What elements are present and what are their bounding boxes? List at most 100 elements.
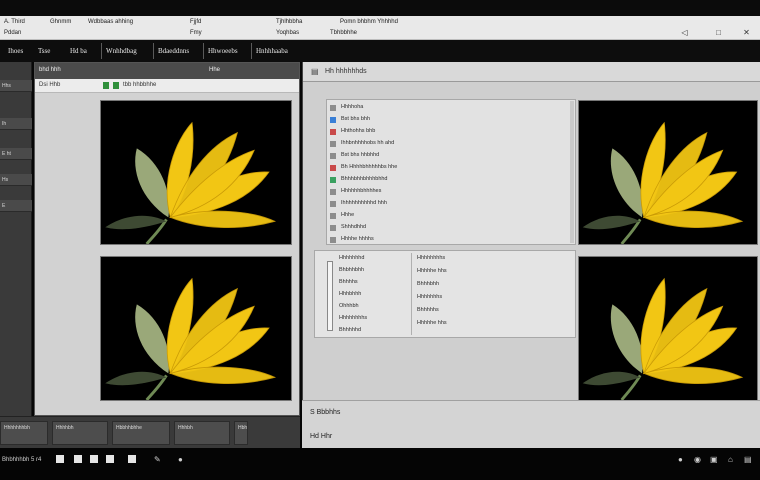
flower-leaf (135, 148, 170, 218)
list-item[interactable]: Shhhdhhd (327, 222, 575, 234)
menu-item[interactable]: Tjhlhbbha (276, 17, 302, 27)
option-label[interactable]: Hhhhhhhs (417, 294, 442, 300)
right-panel-header: ▤ Hh hhhhhhds (303, 62, 760, 82)
bottom-cell[interactable]: Hhhbh (174, 421, 230, 445)
tray-icon[interactable]: ◉ (694, 455, 701, 464)
bottom-cell[interactable]: Hbbhhbhhe (112, 421, 170, 445)
layer-icon (330, 189, 336, 195)
status-text: Bhbhhhbh 5 r4 (2, 457, 42, 463)
option-label[interactable]: Hhhhhe hhs (417, 268, 447, 274)
list-item[interactable]: Ihhhhhhhhhhd hhh (327, 198, 575, 210)
list-item[interactable]: Hhthohhs bhb (327, 126, 575, 138)
scrollbar[interactable] (570, 101, 574, 243)
menu-item[interactable]: Pomn bhbhm Yhhhhd (340, 17, 398, 27)
strip-item[interactable]: Hs (0, 174, 32, 186)
strip-item[interactable]: Ih (0, 118, 32, 130)
layer-icon (330, 141, 336, 147)
menu-item[interactable]: Tbhbbhhe (330, 28, 357, 38)
toolbar-divider (203, 43, 204, 59)
list-item-label: Hhhhe hhhhs (341, 236, 374, 242)
option-label[interactable]: Hhhhhhhhs (339, 315, 367, 321)
layer-icon (330, 105, 336, 111)
list-item[interactable]: Bhhhbhhbhhhbhhd (327, 174, 575, 186)
option-label[interactable]: Hhhbhhh (339, 291, 361, 297)
option-label[interactable]: Bhhhhs (339, 279, 358, 285)
status-square-icon[interactable] (74, 455, 82, 463)
layer-icon (330, 225, 336, 231)
tab-2[interactable]: Tsse (38, 44, 50, 58)
tray-icon[interactable]: ● (678, 455, 683, 464)
back-icon[interactable]: ◁ (680, 28, 689, 37)
flower-leaf (105, 215, 167, 230)
folder-icon: ▤ (311, 67, 319, 76)
color-swatch[interactable] (113, 82, 119, 89)
status-square-icon[interactable] (56, 455, 64, 463)
bottom-cell[interactable]: Hbh (234, 421, 248, 445)
panel-header-label: Hhe (209, 67, 221, 73)
tab-5[interactable]: Bdaeddnns (158, 44, 189, 58)
list-item[interactable]: Hhhhhhbhhhhes (327, 186, 575, 198)
status-square-icon[interactable] (90, 455, 98, 463)
option-label[interactable]: Ohhhbh (339, 303, 359, 309)
pen-icon[interactable]: ✎ (154, 455, 161, 464)
menu-bar: A. Third Ghnmm Wdbbaas ahhing Fjjfd Tjhl… (0, 16, 760, 40)
flower-image[interactable] (578, 100, 758, 245)
option-label[interactable]: Hhhhhe hhs (417, 320, 447, 326)
menu-item[interactable]: Wdbbaas ahhing (88, 17, 133, 27)
right-panel-footer: S Bbbhhs Hd Hhr (302, 400, 760, 448)
close-icon[interactable]: ✕ (742, 28, 751, 37)
menu-item[interactable]: Fjjfd (190, 17, 201, 27)
status-square-icon[interactable] (106, 455, 114, 463)
tray-icon[interactable]: ▣ (710, 455, 718, 464)
option-label[interactable]: Bhhhbhh (417, 281, 439, 287)
menu-item[interactable]: Fmy (190, 28, 202, 38)
layer-list: Hhhhoha Bst bhs bhh Hhthohhs bhb Ihhbnhhhho… (326, 99, 576, 245)
flower-image[interactable] (100, 100, 292, 245)
flower-leaf (135, 304, 170, 374)
slider-track[interactable] (327, 261, 333, 331)
toolbar-divider (101, 43, 102, 59)
strip-item[interactable]: Hhs (0, 80, 32, 92)
layer-icon (330, 117, 336, 123)
status-square-icon[interactable] (128, 455, 136, 463)
option-label[interactable]: Bhhhhhs (417, 307, 439, 313)
layer-icon (330, 165, 336, 171)
menu-item[interactable]: Yoqhbas (276, 28, 299, 38)
option-label[interactable]: Hhhhhhhd (339, 255, 364, 261)
tab-4[interactable]: Wnhhdbag (106, 44, 137, 58)
tray-icon[interactable]: ⌂ (728, 455, 733, 464)
list-item[interactable]: Hhhhoha (327, 102, 575, 114)
maximize-icon[interactable]: □ (714, 28, 723, 37)
flower-image[interactable] (578, 256, 758, 401)
color-swatch[interactable] (103, 82, 109, 89)
option-label[interactable]: Bhbhhbhh (339, 267, 364, 273)
bottom-cell[interactable]: Hhhhhhhbh (0, 421, 48, 445)
status-bar: Bhbhhhbh 5 r4 ✎ ● ● ◉ ▣ ⌂ ▤ (0, 448, 760, 480)
list-item[interactable]: Bh Hhhhbhhhhhbs hhe (327, 162, 575, 174)
flower-leaf (582, 371, 641, 386)
list-item[interactable]: Bst bhs hhbhhd (327, 150, 575, 162)
option-label[interactable]: Bhhhhhd (339, 327, 361, 333)
layer-icon (330, 237, 336, 243)
strip-item[interactable]: E (0, 200, 32, 212)
panel-subheader: Dsi Hhb tbb hhbbhhe (35, 79, 299, 93)
tray-icon[interactable]: ▤ (744, 455, 752, 464)
flower-image[interactable] (100, 256, 292, 401)
menu-item[interactable]: Ghnmm (50, 17, 71, 27)
list-item[interactable]: Ihhbnhhhhobs hh ahd (327, 138, 575, 150)
toolbar-divider (153, 43, 154, 59)
bottom-cell[interactable]: Hhhhbh (52, 421, 108, 445)
menu-item[interactable]: Pddan (4, 28, 21, 38)
left-bottom-panel: Hhhhhhhbh Hhhhbh Hbbhhbhhe Hhhbh Hbh (0, 416, 300, 448)
tab-1[interactable]: Ihoes (8, 44, 23, 58)
list-item[interactable]: Hhhe (327, 210, 575, 222)
tab-7[interactable]: Hnhhhaaba (256, 44, 288, 58)
dot-icon[interactable]: ● (178, 455, 183, 464)
tab-3[interactable]: Hd ba (70, 44, 87, 58)
strip-item[interactable]: E ht (0, 148, 32, 160)
list-item[interactable]: Hhhhe hhhhs (327, 234, 575, 246)
footer-label: Hd Hhr (310, 433, 333, 440)
tab-6[interactable]: Hhwoeebs (208, 44, 238, 58)
option-label[interactable]: Hhhhhhhhs (417, 255, 445, 261)
list-item[interactable]: Bst bhs bhh (327, 114, 575, 126)
